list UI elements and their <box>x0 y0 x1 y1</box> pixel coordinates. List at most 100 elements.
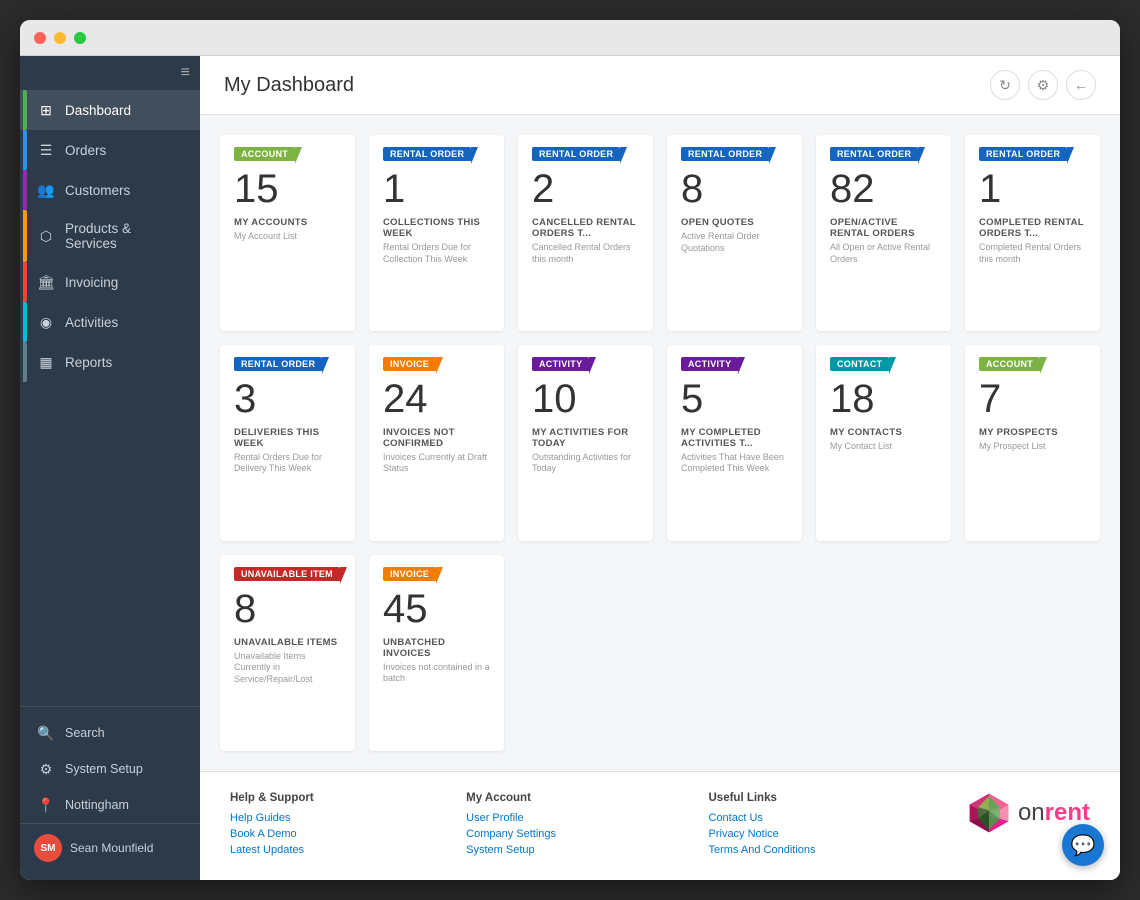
sidebar-item-location[interactable]: 📍 Nottingham <box>20 787 200 823</box>
footer-account-heading: My Account <box>466 792 556 804</box>
footer-link[interactable]: Help Guides <box>230 812 314 824</box>
card-badge: Invoice <box>383 567 436 581</box>
footer-link[interactable]: System Setup <box>466 844 556 856</box>
card-number: 45 <box>383 587 490 631</box>
card-subtitle: Outstanding Activities for Today <box>532 452 639 475</box>
sidebar-item-search[interactable]: 🔍 Search <box>20 715 200 751</box>
card-number: 8 <box>681 167 788 211</box>
dashboard-card[interactable]: Account 15 MY ACCOUNTS My Account List <box>220 135 355 331</box>
chat-button[interactable]: 💬 <box>1062 824 1104 866</box>
card-title: UNBATCHED INVOICES <box>383 637 490 659</box>
card-title: MY ACCOUNTS <box>234 217 341 228</box>
card-badge: Rental Order <box>383 147 471 161</box>
dashboard-card[interactable]: Contact 18 MY CONTACTS My Contact List <box>816 345 951 541</box>
dashboard-card[interactable]: Rental Order 1 COLLECTIONS THIS WEEK Ren… <box>369 135 504 331</box>
dashboard-card[interactable]: Activity 5 MY COMPLETED ACTIVITIES T... … <box>667 345 802 541</box>
card-title: INVOICES NOT CONFIRMED <box>383 427 490 449</box>
footer-link[interactable]: Privacy Notice <box>709 828 816 840</box>
header-actions: ↻ ⚙ ← <box>990 70 1096 100</box>
sidebar: ≡ ⊞ Dashboard ☰ Orders 👥 Customers ⬡ Pro… <box>20 56 200 880</box>
avatar: SM <box>34 834 62 862</box>
sidebar-item-label: Invoicing <box>65 275 118 290</box>
dashboard-card[interactable]: Account 7 MY PROSPECTS My Prospect List <box>965 345 1100 541</box>
minimize-button[interactable] <box>54 32 66 44</box>
sidebar-item-activities[interactable]: ◉ Activities <box>20 302 200 342</box>
card-number: 1 <box>383 167 490 211</box>
footer-link[interactable]: Book A Demo <box>230 828 314 840</box>
settings-button[interactable]: ⚙ <box>1028 70 1058 100</box>
footer-link[interactable]: Latest Updates <box>230 844 314 856</box>
footer-useful: Useful Links Contact UsPrivacy NoticeTer… <box>709 792 816 860</box>
dashboard-card[interactable]: Rental Order 82 OPEN/ACTIVE RENTAL ORDER… <box>816 135 951 331</box>
user-profile[interactable]: SM Sean Mounfield <box>20 823 200 872</box>
dashboard-card[interactable]: Activity 10 MY ACTIVITIES FOR TODAY Outs… <box>518 345 653 541</box>
card-subtitle: My Account List <box>234 231 341 243</box>
card-number: 10 <box>532 377 639 421</box>
sidebar-item-label: Reports <box>65 355 112 370</box>
card-subtitle: Activities That Have Been Completed This… <box>681 452 788 475</box>
sidebar-item-label: Search <box>65 726 105 740</box>
footer-help-heading: Help & Support <box>230 792 314 804</box>
card-badge: Rental Order <box>532 147 620 161</box>
products-icon: ⬡ <box>37 227 55 245</box>
card-title: MY CONTACTS <box>830 427 937 438</box>
card-title: COMPLETED RENTAL ORDERS T... <box>979 217 1086 239</box>
card-badge: Activity <box>681 357 738 371</box>
app-window: ≡ ⊞ Dashboard ☰ Orders 👥 Customers ⬡ Pro… <box>20 20 1120 880</box>
footer-link[interactable]: Company Settings <box>466 828 556 840</box>
sidebar-item-products[interactable]: ⬡ Products & Services <box>20 210 200 262</box>
dashboard-grid: Account 15 MY ACCOUNTS My Account List R… <box>200 115 1120 771</box>
card-badge: Rental Order <box>234 357 322 371</box>
card-subtitle: Invoices not contained in a batch <box>383 662 490 685</box>
card-badge: Account <box>979 357 1040 371</box>
sidebar-bottom: 🔍 Search ⚙ System Setup 📍 Nottingham SM … <box>20 706 200 880</box>
card-number: 3 <box>234 377 341 421</box>
dashboard-card[interactable]: Rental Order 8 OPEN QUOTES Active Rental… <box>667 135 802 331</box>
footer-link[interactable]: Terms And Conditions <box>709 844 816 856</box>
card-number: 7 <box>979 377 1086 421</box>
dashboard-card[interactable]: Rental Order 2 CANCELLED RENTAL ORDERS T… <box>518 135 653 331</box>
sidebar-item-invoicing[interactable]: 🏛 Invoicing <box>20 262 200 302</box>
title-bar <box>20 20 1120 56</box>
sidebar-item-orders[interactable]: ☰ Orders <box>20 130 200 170</box>
card-title: DELIVERIES THIS WEEK <box>234 427 341 449</box>
card-number: 24 <box>383 377 490 421</box>
activities-icon: ◉ <box>37 313 55 331</box>
dashboard-icon: ⊞ <box>37 101 55 119</box>
card-title: UNAVAILABLE ITEMS <box>234 637 341 648</box>
card-number: 82 <box>830 167 937 211</box>
maximize-button[interactable] <box>74 32 86 44</box>
card-number: 1 <box>979 167 1086 211</box>
card-badge: Invoice <box>383 357 436 371</box>
card-badge: Rental Order <box>681 147 769 161</box>
sidebar-item-reports[interactable]: ▦ Reports <box>20 342 200 382</box>
sidebar-item-dashboard[interactable]: ⊞ Dashboard <box>20 90 200 130</box>
dashboard-card[interactable]: Rental Order 1 COMPLETED RENTAL ORDERS T… <box>965 135 1100 331</box>
dashboard-card[interactable]: Invoice 24 INVOICES NOT CONFIRMED Invoic… <box>369 345 504 541</box>
card-badge: Rental Order <box>830 147 918 161</box>
card-badge: Activity <box>532 357 589 371</box>
refresh-button[interactable]: ↻ <box>990 70 1020 100</box>
sidebar-nav: ⊞ Dashboard ☰ Orders 👥 Customers ⬡ Produ… <box>20 90 200 706</box>
collapse-icon[interactable]: ≡ <box>181 64 190 82</box>
sidebar-item-label: Nottingham <box>65 798 129 812</box>
card-subtitle: Rental Orders Due for Delivery This Week <box>234 452 341 475</box>
dashboard-card[interactable]: Rental Order 3 DELIVERIES THIS WEEK Rent… <box>220 345 355 541</box>
page-title: My Dashboard <box>224 74 354 97</box>
sidebar-collapse[interactable]: ≡ <box>20 56 200 90</box>
footer-link[interactable]: User Profile <box>466 812 556 824</box>
footer-link[interactable]: Contact Us <box>709 812 816 824</box>
main-footer: Help & Support Help Guides Book A Demo Lat… <box>200 771 1120 880</box>
sidebar-item-customers[interactable]: 👥 Customers <box>20 170 200 210</box>
card-subtitle: Rental Orders Due for Collection This We… <box>383 242 490 265</box>
card-badge: Contact <box>830 357 889 371</box>
card-subtitle: My Prospect List <box>979 441 1086 453</box>
card-subtitle: All Open or Active Rental Orders <box>830 242 937 265</box>
close-button[interactable] <box>34 32 46 44</box>
dashboard-card[interactable]: Unavailable Item 8 UNAVAILABLE ITEMS Una… <box>220 555 355 751</box>
back-button[interactable]: ← <box>1066 70 1096 100</box>
dashboard-card[interactable]: Invoice 45 UNBATCHED INVOICES Invoices n… <box>369 555 504 751</box>
system-setup-icon: ⚙ <box>37 760 55 778</box>
sidebar-item-system-setup[interactable]: ⚙ System Setup <box>20 751 200 787</box>
card-subtitle: Invoices Currently at Draft Status <box>383 452 490 475</box>
